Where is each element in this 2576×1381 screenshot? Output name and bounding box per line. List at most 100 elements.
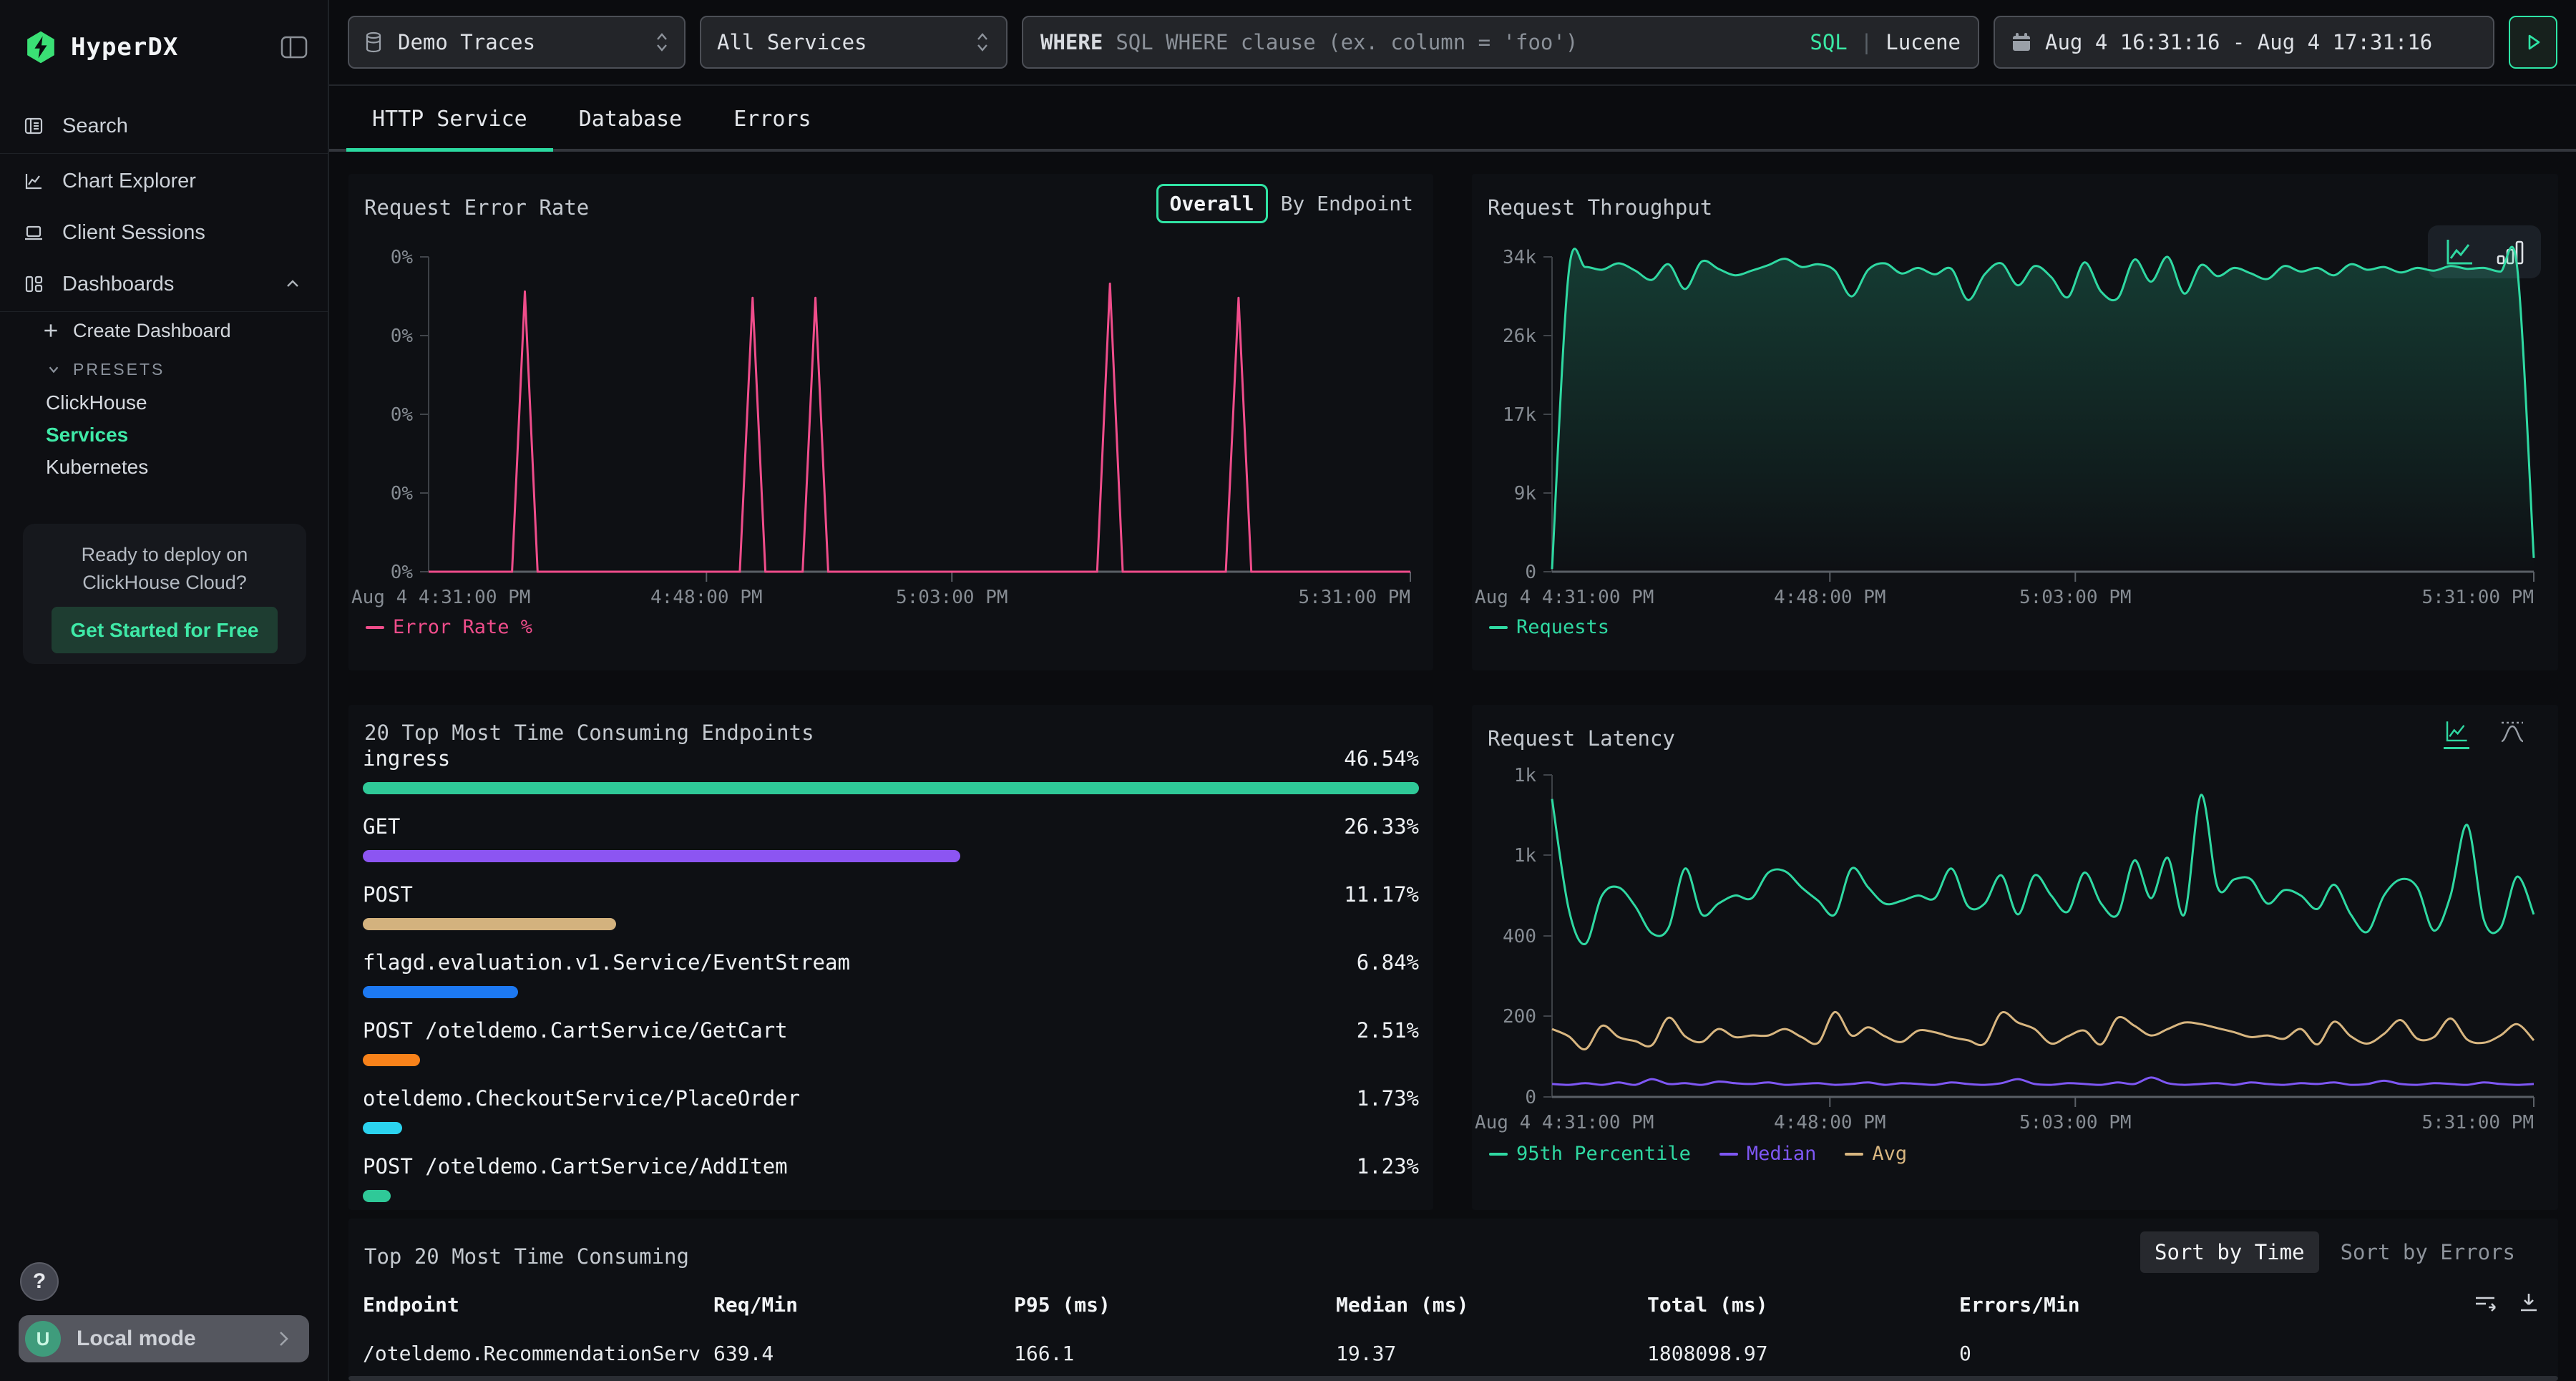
client-sessions-icon	[24, 223, 44, 243]
dashboards-icon	[24, 274, 44, 294]
legend-item-median[interactable]: Median	[1719, 1143, 1817, 1165]
svg-text:Aug 4 4:31:00 PM: Aug 4 4:31:00 PM	[1475, 587, 1654, 608]
legend-label: 95th Percentile	[1516, 1143, 1691, 1165]
search-box[interactable]: WHERE SQL | Lucene	[1022, 16, 1979, 69]
column-header-median-ms-[interactable]: ⋮Median (ms)	[1336, 1293, 1647, 1317]
download-icon[interactable]	[2517, 1290, 2541, 1314]
table-cell: 639.4	[713, 1342, 1014, 1365]
sql-mode-toggle[interactable]: SQL	[1810, 30, 1847, 54]
help-button[interactable]: ?	[20, 1262, 59, 1301]
data-source-select[interactable]: Demo Traces	[348, 16, 686, 69]
legend-label: Median	[1747, 1143, 1817, 1165]
chevron-right-icon	[275, 1328, 292, 1350]
table-row[interactable]: /oteldemo.RecommendationServ639.4166.119…	[363, 1342, 1971, 1365]
sidebar-item-dashboards[interactable]: Dashboards	[0, 258, 328, 310]
endpoint-row[interactable]: POST /oteldemo.CartService/GetCart2.51%	[363, 1018, 1419, 1066]
histogram-icon[interactable]	[2499, 719, 2525, 743]
svg-text:0: 0	[1525, 1087, 1536, 1108]
svg-text:0%: 0%	[391, 483, 414, 504]
legend-swatch	[1489, 1153, 1508, 1156]
legend-item-error-rate-[interactable]: Error Rate %	[366, 616, 532, 638]
service-select[interactable]: All Services	[700, 16, 1008, 69]
panel-title: Request Latency	[1488, 726, 1675, 751]
table-cell: 166.1	[1014, 1342, 1336, 1365]
avatar: U	[25, 1321, 61, 1357]
endpoint-bar-list: ingress46.54% GET26.33% POST11.17% flagd.ev…	[363, 746, 1419, 1207]
sort-by-time-button[interactable]: Sort by Time	[2140, 1231, 2319, 1273]
endpoint-row[interactable]: POST /oteldemo.CartService/AddItem1.23%	[363, 1154, 1419, 1202]
svg-text:400: 400	[1503, 926, 1536, 947]
svg-text:5:03:00 PM: 5:03:00 PM	[2019, 587, 2132, 608]
column-header-p95-ms-[interactable]: ⋮P95 (ms)	[1014, 1293, 1336, 1317]
table-cell: 1808098.97	[1647, 1342, 1959, 1365]
column-header-total-ms-[interactable]: ⋮Total (ms)	[1647, 1293, 1959, 1317]
latency-chart: 1k1k4002000Aug 4 4:31:00 PM4:48:00 PM5:0…	[1473, 761, 2544, 1161]
preset-item-kubernetes[interactable]: Kubernetes	[0, 451, 328, 483]
time-range-picker[interactable]: Aug 4 16:31:16 - Aug 4 17:31:16	[1994, 16, 2494, 69]
line-chart-icon[interactable]	[2444, 719, 2469, 749]
legend-label: Requests	[1516, 616, 1609, 638]
column-header-req-min[interactable]: ⋮Req/Min	[713, 1293, 1014, 1317]
chart-explorer-icon	[24, 171, 44, 191]
request-error-rate-panel: Request Error Rate Overall By Endpoint 0…	[348, 174, 1433, 670]
column-settings-icon[interactable]	[2472, 1290, 2498, 1314]
column-header-endpoint[interactable]: Endpoint	[363, 1293, 713, 1317]
preset-item-clickhouse[interactable]: ClickHouse	[0, 386, 328, 419]
sidebar-item-label: Search	[62, 114, 128, 138]
sidebar-collapse-icon[interactable]	[280, 35, 308, 59]
endpoint-label: flagd.evaluation.v1.Service/EventStream	[363, 950, 850, 975]
search-input[interactable]	[1116, 30, 1797, 54]
sort-by-errors-button[interactable]: Sort by Errors	[2326, 1231, 2529, 1273]
svg-text:5:03:00 PM: 5:03:00 PM	[2019, 1112, 2132, 1133]
sidebar-item-chart-explorer[interactable]: Chart Explorer	[0, 155, 328, 207]
panel-title: Request Error Rate	[364, 195, 589, 220]
legend-item-requests[interactable]: Requests	[1489, 616, 1609, 638]
user-label: Local mode	[77, 1327, 196, 1351]
endpoint-label: oteldemo.CheckoutService/PlaceOrder	[363, 1086, 800, 1111]
tab-http-service[interactable]: HTTP Service	[346, 86, 553, 152]
endpoint-row[interactable]: ingress46.54%	[363, 746, 1419, 794]
presets-toggle[interactable]: PRESETS	[0, 352, 328, 386]
svg-text:0: 0	[1525, 562, 1536, 583]
horizontal-scrollbar[interactable]	[348, 1376, 2558, 1381]
endpoint-row[interactable]: oteldemo.CheckoutService/PlaceOrder1.73%	[363, 1086, 1419, 1134]
table-header-icons	[2472, 1290, 2541, 1314]
table-cell: 19.37	[1336, 1342, 1647, 1365]
endpoint-bar	[363, 1122, 402, 1134]
sidebar-item-client-sessions[interactable]: Client Sessions	[0, 207, 328, 258]
column-header-errors-min[interactable]: ⋮Errors/Min	[1959, 1293, 2080, 1317]
svg-text:34k: 34k	[1503, 247, 1536, 268]
endpoint-bar	[363, 986, 518, 998]
clickhouse-cloud-promo: Ready to deploy on ClickHouse Cloud? Get…	[23, 524, 306, 664]
user-menu[interactable]: U Local mode	[19, 1315, 309, 1362]
create-dashboard-button[interactable]: Create Dashboard	[0, 309, 328, 352]
svg-text:Aug 4 4:31:00 PM: Aug 4 4:31:00 PM	[351, 587, 530, 608]
sidebar-item-search[interactable]: Search	[0, 100, 328, 152]
select-chevrons-icon	[975, 30, 990, 54]
sidebar-nav: Search Chart ExplorerClient SessionsDashb…	[0, 100, 328, 313]
endpoint-row[interactable]: flagd.evaluation.v1.Service/EventStream6…	[363, 950, 1419, 998]
sort-buttons: Sort by TimeSort by Errors	[2140, 1231, 2529, 1273]
endpoint-bar	[363, 782, 1419, 794]
by-endpoint-button[interactable]: By Endpoint	[1281, 192, 1413, 215]
preset-item-services[interactable]: Services	[0, 419, 328, 451]
overall-button[interactable]: Overall	[1156, 184, 1268, 223]
legend-item-95th-percentile[interactable]: 95th Percentile	[1489, 1143, 1691, 1165]
tab-errors[interactable]: Errors	[708, 86, 836, 152]
throughput-chart: 34k26k17k9k0Aug 4 4:31:00 PM4:48:00 PM5:…	[1473, 243, 2544, 629]
run-search-button[interactable]	[2509, 16, 2557, 69]
endpoint-bar	[363, 918, 616, 930]
tab-database[interactable]: Database	[553, 86, 708, 152]
endpoint-bar	[363, 1190, 391, 1202]
table-cell: 0	[1959, 1342, 1971, 1365]
table-header-row: Endpoint⋮Req/Min⋮P95 (ms)⋮Median (ms)⋮To…	[363, 1293, 2080, 1317]
create-dashboard-label: Create Dashboard	[73, 320, 231, 342]
legend-item-avg[interactable]: Avg	[1845, 1143, 1907, 1165]
endpoint-row[interactable]: POST11.17%	[363, 882, 1419, 930]
legend-swatch	[366, 626, 384, 629]
promo-line1: Ready to deploy on	[23, 541, 306, 569]
lucene-mode-toggle[interactable]: Lucene	[1885, 30, 1961, 54]
divider	[0, 153, 328, 154]
endpoint-row[interactable]: GET26.33%	[363, 814, 1419, 862]
get-started-button[interactable]: Get Started for Free	[52, 607, 278, 653]
